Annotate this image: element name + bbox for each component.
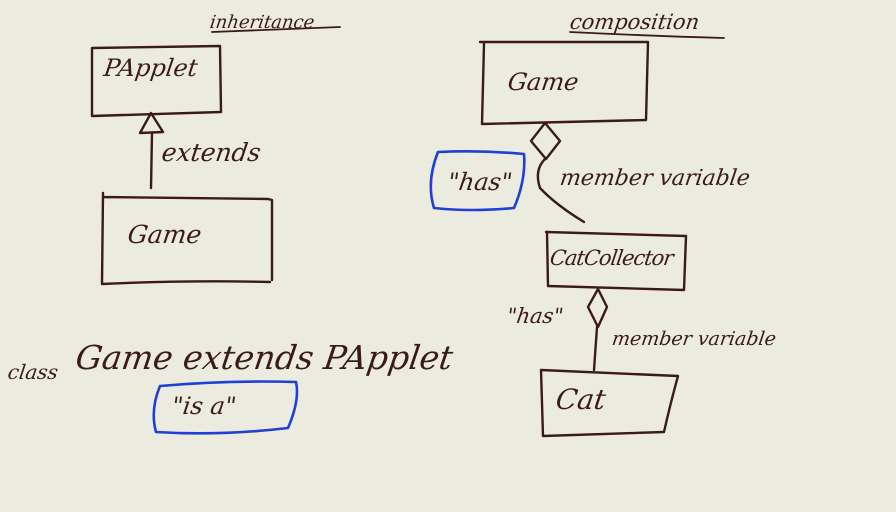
composition-diamond-bottom [586,287,609,329]
member-variable-bottom-label: member variable [610,328,778,350]
code-line-label: Game extends PApplet [73,338,456,377]
game-outer-label: Game [506,68,581,96]
is-a-note: "is a" [170,392,238,420]
member-variable-top-label: member variable [558,166,752,191]
inheritance-heading: inheritance [208,12,316,33]
papplet-label: PApplet [102,54,200,82]
has-note-bottom: "has" [505,304,565,328]
catcollector-label: CatCollector [548,246,675,270]
composition-diamond-top [529,121,562,161]
has-note-top: "has" [446,168,515,196]
code-keyword-label: class [6,360,60,384]
composition-heading: composition [568,10,701,34]
extends-arrow-shaft [149,131,154,190]
composition-connector-bottom [592,325,599,372]
extends-label: extends [159,138,263,167]
game-subclass-label: Game [125,220,204,249]
cat-label: Cat [553,383,608,416]
extends-arrow-head [138,111,165,135]
